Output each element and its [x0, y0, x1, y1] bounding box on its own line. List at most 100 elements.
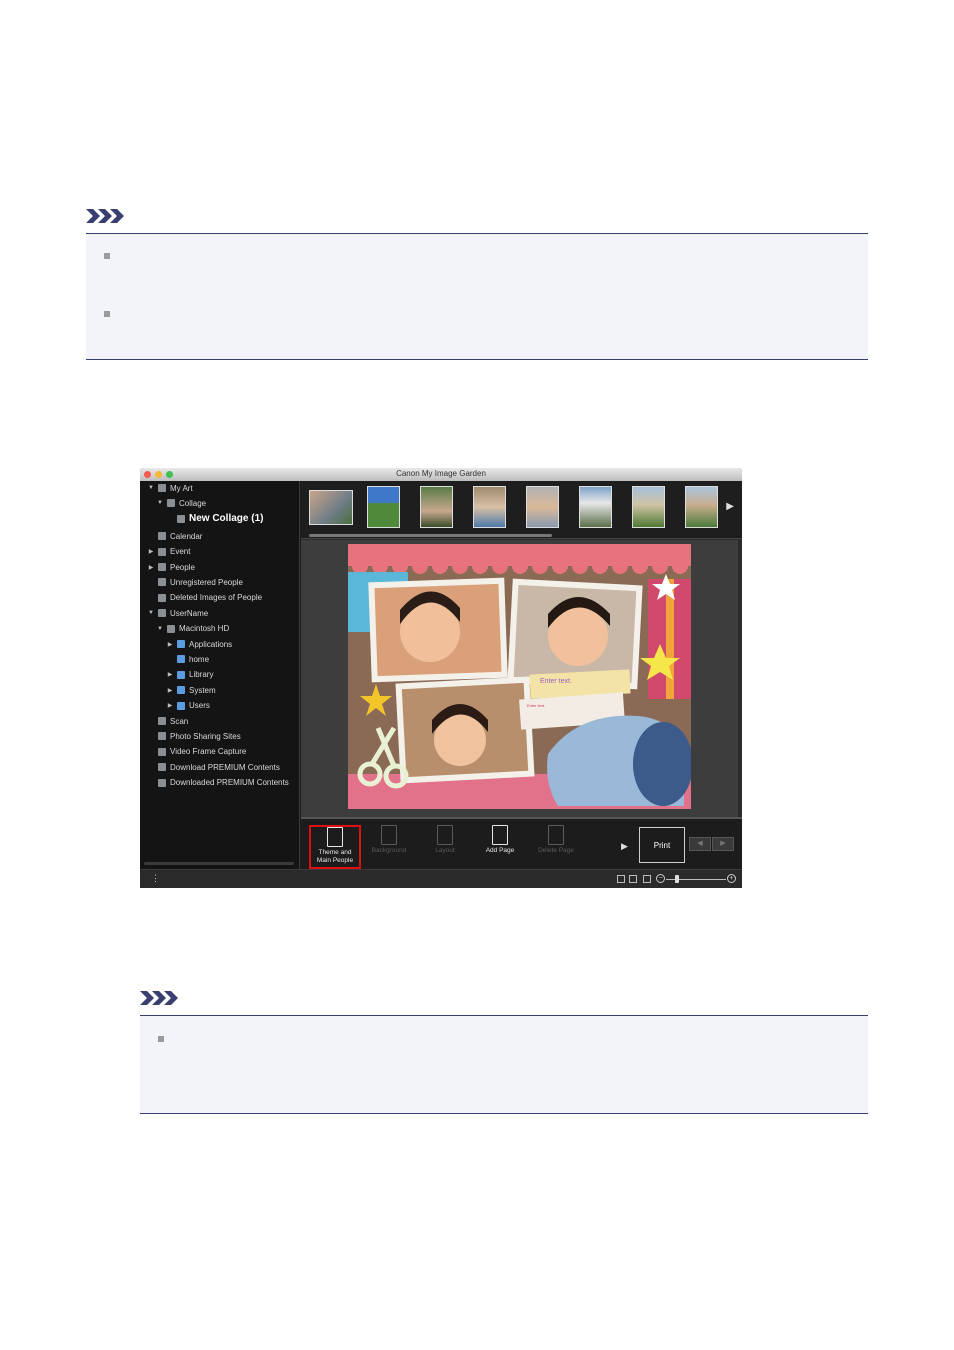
previous-page-button[interactable]: ◀: [689, 837, 711, 851]
window-title: Canon My Image Garden: [396, 469, 486, 478]
sidebar-item[interactable]: Calendar: [148, 529, 202, 543]
disclosure-arrow-icon[interactable]: ▼: [157, 500, 163, 506]
sidebar-item-icon: [167, 499, 175, 508]
details-view-icon[interactable]: [629, 875, 637, 883]
disclosure-arrow-icon[interactable]: ▶: [148, 564, 154, 571]
sidebar-item-icon: [177, 655, 185, 664]
sidebar-item-icon: [158, 609, 166, 618]
sidebar-item-icon: [177, 701, 185, 710]
zoom-slider-knob[interactable]: [675, 875, 679, 883]
sidebar-item-icon: [158, 484, 166, 492]
disclosure-arrow-icon[interactable]: ▼: [148, 485, 154, 491]
sidebar-item[interactable]: Unregistered People: [148, 575, 243, 589]
disclosure-arrow-icon[interactable]: ▶: [167, 671, 173, 678]
note-chevron-icon: [140, 991, 178, 1005]
thumbnail[interactable]: [420, 486, 453, 528]
print-button[interactable]: Print: [639, 827, 685, 863]
note-bullet: [158, 1036, 164, 1042]
sidebar-item-label: Users: [189, 701, 210, 711]
sidebar: ▼ My Art ▼ Collage New Collage (1) Calendar ▶ E…: [140, 481, 300, 869]
theme-and-main-people-button[interactable]: Theme and Main People: [309, 825, 361, 869]
thumbnail[interactable]: [473, 486, 506, 528]
sidebar-item-icon: [158, 732, 166, 741]
thumbnail-view-icon[interactable]: [617, 875, 625, 883]
disclosure-arrow-icon[interactable]: ▶: [148, 548, 154, 555]
collage-page[interactable]: Enter text. Enter text.: [348, 544, 691, 809]
zoom-in-icon[interactable]: +: [727, 874, 736, 883]
sidebar-scrollbar[interactable]: [144, 862, 294, 865]
toolbar-next-arrow-icon[interactable]: ▶: [621, 841, 628, 852]
thumbnail[interactable]: [632, 486, 665, 528]
sidebar-item-icon: [158, 532, 166, 541]
sidebar-item-label: Library: [189, 670, 214, 680]
filmstrip-scrollbar[interactable]: [309, 534, 552, 537]
sidebar-item-label: Download PREMIUM Contents: [170, 762, 280, 772]
info-icon[interactable]: ⋮: [151, 873, 160, 884]
button-label: Layout: [435, 847, 455, 854]
title-bar: Canon My Image Garden: [140, 468, 742, 481]
sidebar-item-label: Event: [170, 547, 191, 557]
sidebar-item[interactable]: home: [167, 652, 209, 666]
button-label: Main People: [316, 857, 354, 864]
sidebar-item[interactable]: Photo Sharing Sites: [148, 729, 241, 743]
theme-people-icon: [327, 827, 343, 847]
note-box-1: [86, 233, 868, 360]
collage-text-box[interactable]: Enter text.: [527, 703, 545, 708]
edit-canvas: Enter text. Enter text.: [301, 540, 738, 817]
add-page-button[interactable]: Add Page: [474, 825, 526, 869]
sidebar-item-label: Macintosh HD: [179, 624, 230, 634]
thumbnail[interactable]: [579, 486, 612, 528]
full-screen-icon[interactable]: [643, 875, 651, 883]
note-box-2: [140, 1015, 868, 1114]
layout-icon: [437, 825, 453, 845]
background-button[interactable]: Background: [363, 825, 415, 869]
disclosure-arrow-icon[interactable]: ▼: [148, 610, 154, 616]
sidebar-item-icon: [158, 747, 166, 756]
thumbnail-selected[interactable]: [309, 490, 353, 525]
sidebar-item[interactable]: Deleted Images of People: [148, 591, 262, 605]
button-label: Delete Page: [538, 847, 574, 854]
sidebar-item-label: Scan: [170, 716, 189, 726]
sidebar-item[interactable]: ▶ System: [167, 683, 216, 697]
sidebar-item-icon: [158, 763, 166, 772]
collage-artwork: [348, 544, 691, 809]
note-bullet: [104, 311, 110, 317]
sidebar-item[interactable]: ▼ Macintosh HD: [157, 622, 229, 636]
thumbnail[interactable]: [685, 486, 718, 528]
sidebar-item[interactable]: New Collage (1): [167, 512, 263, 526]
disclosure-arrow-icon[interactable]: ▼: [157, 626, 163, 632]
delete-page-icon: [548, 825, 564, 845]
main-area: ▶ Enter text. Enter text. Theme and Main…: [301, 481, 742, 869]
sidebar-item-label: My Art: [170, 483, 193, 493]
disclosure-arrow-icon[interactable]: ▶: [167, 641, 173, 648]
disclosure-arrow-icon[interactable]: ▶: [167, 687, 173, 694]
layout-button[interactable]: Layout: [419, 825, 471, 869]
collage-text-box[interactable]: Enter text.: [540, 678, 572, 685]
sidebar-item-label: Collage: [179, 498, 207, 508]
zoom-out-icon[interactable]: −: [656, 874, 665, 883]
sidebar-item[interactable]: Video Frame Capture: [148, 745, 246, 759]
sidebar-item[interactable]: Scan: [148, 714, 188, 728]
sidebar-item[interactable]: ▶ Users: [167, 699, 210, 713]
sidebar-item-label: Unregistered People: [170, 577, 243, 587]
sidebar-item[interactable]: ▶ Event: [148, 545, 191, 559]
button-label: Theme and: [318, 849, 352, 856]
sidebar-item[interactable]: Download PREMIUM Contents: [148, 760, 280, 774]
next-page-button[interactable]: ▶: [712, 837, 734, 851]
sidebar-item[interactable]: ▶ Applications: [167, 637, 232, 651]
sidebar-item-label: Calendar: [170, 531, 203, 541]
thumbnail[interactable]: [526, 486, 559, 528]
sidebar-item-label: System: [189, 685, 216, 695]
sidebar-item[interactable]: ▶ People: [148, 560, 195, 574]
sidebar-item[interactable]: Downloaded PREMIUM Contents: [148, 776, 289, 790]
thumbnail[interactable]: [367, 486, 400, 528]
sidebar-item[interactable]: ▼ UserName: [148, 606, 208, 620]
sidebar-item[interactable]: ▶ Library: [167, 668, 214, 682]
disclosure-arrow-icon[interactable]: ▶: [167, 702, 173, 709]
filmstrip-next-arrow-icon[interactable]: ▶: [726, 501, 734, 512]
sidebar-item[interactable]: ▼ Collage: [157, 496, 206, 510]
sidebar-item[interactable]: ▼ My Art: [148, 481, 193, 495]
note-chevron-icon: [86, 209, 124, 223]
delete-page-button[interactable]: Delete Page: [530, 825, 582, 869]
background-icon: [381, 825, 397, 845]
